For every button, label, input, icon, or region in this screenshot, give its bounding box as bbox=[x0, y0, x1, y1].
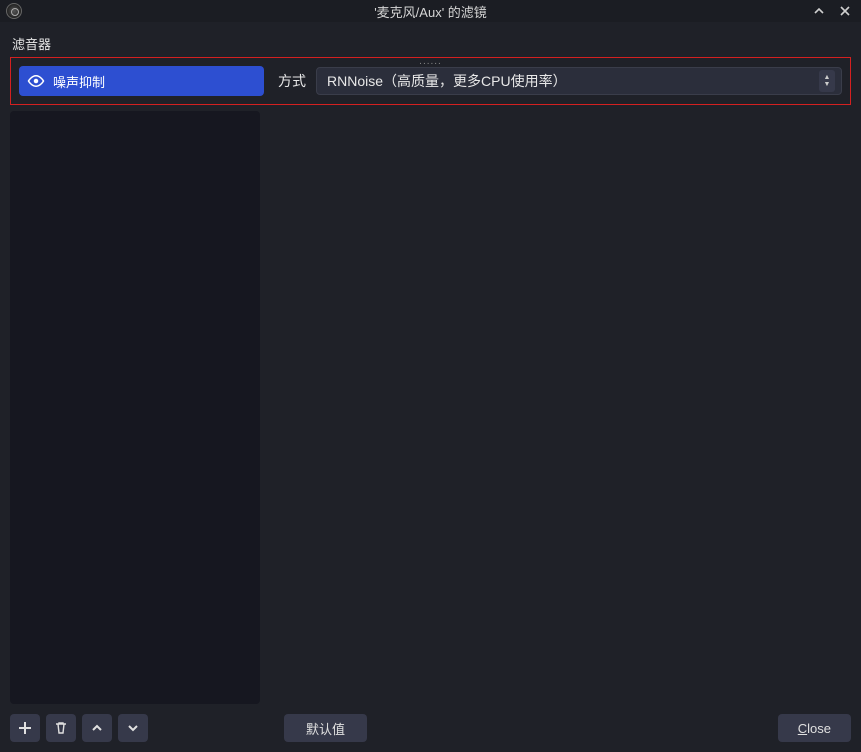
obs-logo-icon bbox=[6, 3, 22, 19]
method-select-value: RNNoise（高质量，更多CPU使用率） bbox=[327, 71, 819, 91]
close-button-rest: lose bbox=[807, 721, 831, 736]
titlebar: '麦克风/Aux' 的滤镜 bbox=[0, 0, 861, 22]
window-minimize-button[interactable] bbox=[811, 3, 827, 19]
property-label: 方式 bbox=[278, 71, 306, 91]
filter-item-label: 噪声抑制 bbox=[53, 72, 105, 91]
select-spinner-icon[interactable]: ▲▼ bbox=[819, 70, 835, 92]
panel-drag-handle[interactable]: ...... bbox=[419, 56, 442, 67]
defaults-button[interactable]: 默认值 bbox=[284, 714, 367, 742]
window-title: '麦克风/Aux' 的滤镜 bbox=[0, 2, 861, 21]
filters-section-label: 滤音器 bbox=[12, 34, 851, 53]
filter-list-item[interactable]: 噪声抑制 bbox=[19, 66, 264, 96]
filter-list-panel[interactable] bbox=[10, 111, 260, 704]
move-up-button[interactable] bbox=[82, 714, 112, 742]
move-down-button[interactable] bbox=[118, 714, 148, 742]
close-button-mnemonic: C bbox=[798, 721, 807, 736]
close-button[interactable]: Close bbox=[778, 714, 851, 742]
property-row: 方式 RNNoise（高质量，更多CPU使用率） ▲▼ bbox=[278, 67, 842, 95]
add-filter-button[interactable] bbox=[10, 714, 40, 742]
bottom-toolbar: 默认值 Close bbox=[10, 714, 851, 742]
method-select[interactable]: RNNoise（高质量，更多CPU使用率） ▲▼ bbox=[316, 67, 842, 95]
filter-properties-panel bbox=[270, 111, 851, 704]
window-close-button[interactable] bbox=[837, 3, 853, 19]
visibility-eye-icon[interactable] bbox=[27, 72, 45, 90]
remove-filter-button[interactable] bbox=[46, 714, 76, 742]
